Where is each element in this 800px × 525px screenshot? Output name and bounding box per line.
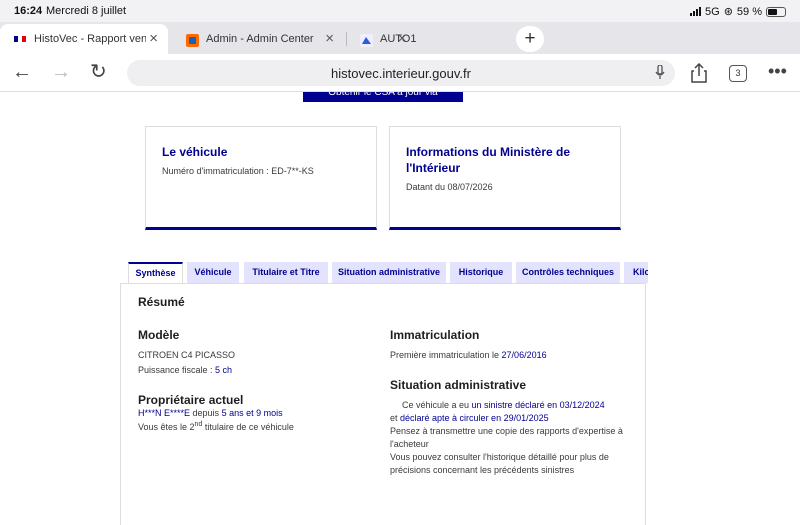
apte-line: et déclaré apte à circuler en 29/01/2025 [390, 413, 549, 423]
url-text: histovec.interieur.gouv.fr [331, 66, 471, 81]
proprietaire-line: H***N E****E depuis 5 ans et 9 mois [138, 408, 283, 418]
apte-link[interactable]: déclaré apte à circuler en 29/01/2025 [400, 413, 549, 423]
france-connect-button[interactable]: Obtenir le CSA à jour via FranceConnect [303, 92, 463, 102]
microphone-icon[interactable] [655, 64, 665, 85]
status-time: 16:24 [14, 5, 43, 17]
status-bar: 16:24 Mercredi 8 juillet 5G ⊛ 59 % [0, 0, 800, 22]
historique-line-2: précisions concernant les précédents sin… [390, 465, 575, 475]
situation-heading: Situation administrative [390, 378, 527, 392]
signal-icon [690, 7, 702, 16]
ministry-card-date: Datant du 08/07/2026 [406, 182, 493, 192]
battery-icon [766, 6, 786, 17]
status-date: Mercredi 8 juillet [46, 5, 127, 17]
more-menu-icon[interactable]: ••• [768, 61, 787, 81]
tab-historique[interactable]: Historique [450, 262, 512, 283]
tab-auto1[interactable]: AUTO1 × [346, 24, 416, 54]
tab-histovec[interactable]: HistoVec - Rapport vendeur × [0, 24, 168, 54]
reload-icon[interactable]: ↻ [90, 62, 107, 82]
proprietaire-name: H***N E****E [138, 408, 191, 418]
back-arrow-icon[interactable]: ← [12, 62, 32, 82]
page-content: Obtenir le CSA à jour via FranceConnect … [0, 92, 800, 525]
puissance-line: Puissance fiscale : 5 ch [138, 365, 233, 375]
sinistre-line: Ce véhicule a eu un sinistre déclaré en … [402, 400, 605, 410]
new-tab-button[interactable]: + [516, 26, 544, 52]
admin-favicon-icon [186, 34, 199, 47]
sinistre-link[interactable]: un sinistre déclaré en 03/12/2024 [472, 400, 605, 410]
vehicle-card-title: Le véhicule [162, 145, 228, 159]
ministry-card: Informations du Ministère de l'Intérieur… [389, 126, 621, 230]
puissance-value: 5 ch [215, 365, 233, 375]
modele-heading: Modèle [138, 328, 180, 342]
tab-strip: HistoVec - Rapport vendeur × Admin - Adm… [0, 22, 800, 54]
french-flag-icon [14, 34, 27, 44]
historique-line-1: Vous pouvez consulter l'historique détai… [390, 452, 609, 462]
network-label: 5G [705, 5, 720, 18]
proprietaire-duration: 5 ans et 9 mois [221, 408, 283, 418]
titulaire-line: Vous êtes le 2nd titulaire de ce véhicul… [138, 421, 294, 432]
share-icon[interactable] [691, 62, 707, 88]
tab-synthese[interactable]: Synthèse [128, 262, 183, 284]
tab-controles-techniques[interactable]: Contrôles techniques [516, 262, 620, 283]
forward-arrow-icon[interactable]: → [51, 62, 71, 82]
tab-titulaire[interactable]: Titulaire et Titre [244, 262, 328, 283]
content-tabs: Synthèse Véhicule Titulaire et Titre Sit… [128, 262, 648, 284]
tab-situation-administrative[interactable]: Situation administrative [332, 262, 446, 283]
tab-label: Admin - Admin Center [206, 33, 314, 45]
battery-label: 59 % [736, 5, 762, 18]
vehicle-card-plate: Numéro d'immatriculation : ED-7**-KS [162, 166, 314, 176]
rapports-line-1: Pensez à transmettre une copie des rappo… [390, 426, 623, 436]
modele-name: CITROEN C4 PICASSO [138, 350, 236, 360]
tab-label: HistoVec - Rapport vendeur [34, 33, 146, 45]
tab-vehicule[interactable]: Véhicule [187, 262, 239, 283]
premiere-immatriculation: Première immatriculation le 27/06/2016 [390, 350, 547, 360]
immatriculation-date: 27/06/2016 [501, 350, 547, 360]
proprietaire-heading: Propriétaire actuel [138, 393, 244, 407]
status-right: 5G ⊛ 59 % [690, 5, 786, 18]
close-icon[interactable]: × [398, 31, 407, 46]
lock-rotation-icon: ⊛ [723, 6, 733, 18]
ministry-card-title: Informations du Ministère de l'Intérieur [406, 145, 571, 175]
resume-heading: Résumé [138, 295, 185, 309]
auto1-favicon-icon [360, 34, 373, 47]
browser-toolbar: ← → ↻ histovec.interieur.gouv.fr 3 ••• [0, 54, 800, 92]
synthese-panel: Résumé Modèle CITROEN C4 PICASSO Puissan… [120, 283, 646, 525]
vehicle-card: Le véhicule Numéro d'immatriculation : E… [145, 126, 377, 230]
tab-admin-center[interactable]: Admin - Admin Center × [172, 24, 344, 54]
close-icon[interactable]: × [149, 31, 158, 46]
rapports-line-2: l'acheteur [390, 439, 429, 449]
immatriculation-heading: Immatriculation [390, 328, 480, 342]
address-bar[interactable]: histovec.interieur.gouv.fr [127, 60, 675, 86]
close-icon[interactable]: × [325, 31, 334, 46]
tab-count-button[interactable]: 3 [729, 65, 747, 82]
tab-kilometrage[interactable]: Kilométrage [624, 262, 648, 283]
